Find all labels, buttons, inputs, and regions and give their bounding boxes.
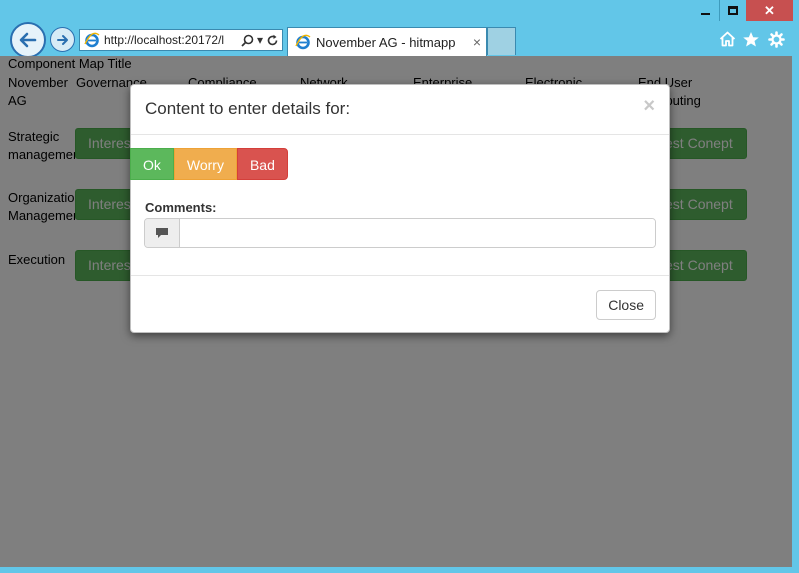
maximize-button[interactable] xyxy=(719,0,746,21)
back-button[interactable] xyxy=(10,22,46,58)
details-modal: Content to enter details for: × Ok Worry… xyxy=(130,84,670,333)
bad-button[interactable]: Bad xyxy=(236,148,288,180)
comments-input[interactable] xyxy=(180,219,655,247)
forward-arrow-icon xyxy=(56,34,68,45)
ok-button[interactable]: Ok xyxy=(130,148,174,180)
browser-tab-active[interactable]: November AG - hitmapp × xyxy=(287,27,487,56)
ie-logo-icon xyxy=(295,34,311,50)
ie-logo-icon xyxy=(84,32,100,48)
minimize-button[interactable] xyxy=(692,0,719,21)
worry-button[interactable]: Worry xyxy=(173,148,237,180)
window-close-button[interactable]: ✕ xyxy=(746,0,793,21)
tab-title: November AG - hitmapp xyxy=(316,34,456,50)
status-button-group: Ok Worry Bad xyxy=(130,148,288,180)
gear-icon[interactable] xyxy=(766,29,786,49)
comments-label: Comments: xyxy=(145,200,217,215)
tab-close-icon[interactable]: × xyxy=(468,34,486,50)
forward-button[interactable] xyxy=(50,27,75,52)
window-right-frame xyxy=(792,56,799,573)
star-icon[interactable] xyxy=(741,29,761,49)
comments-input-group xyxy=(144,218,656,248)
page-viewport: Component Map Title November AG Governan… xyxy=(0,56,792,567)
refresh-icon[interactable] xyxy=(266,34,279,47)
address-text[interactable]: http://localhost:20172/l xyxy=(104,33,241,47)
address-bar[interactable]: http://localhost:20172/l ▾ xyxy=(79,29,283,51)
close-button[interactable]: Close xyxy=(596,290,656,320)
modal-footer: Close xyxy=(131,275,669,332)
modal-title: Content to enter details for: xyxy=(145,99,351,118)
modal-header: Content to enter details for: × xyxy=(131,85,669,135)
dropdown-icon[interactable]: ▾ xyxy=(257,33,263,47)
home-icon[interactable] xyxy=(717,29,737,49)
browser-chrome: ✕ http://localhost:20172/l ▾ November AG… xyxy=(0,0,799,58)
search-icon[interactable] xyxy=(241,34,254,47)
comment-icon xyxy=(145,219,180,247)
window-bottom-frame xyxy=(0,567,799,573)
new-tab-button[interactable] xyxy=(487,27,516,55)
back-arrow-icon xyxy=(19,32,37,48)
modal-close-icon[interactable]: × xyxy=(643,95,655,118)
